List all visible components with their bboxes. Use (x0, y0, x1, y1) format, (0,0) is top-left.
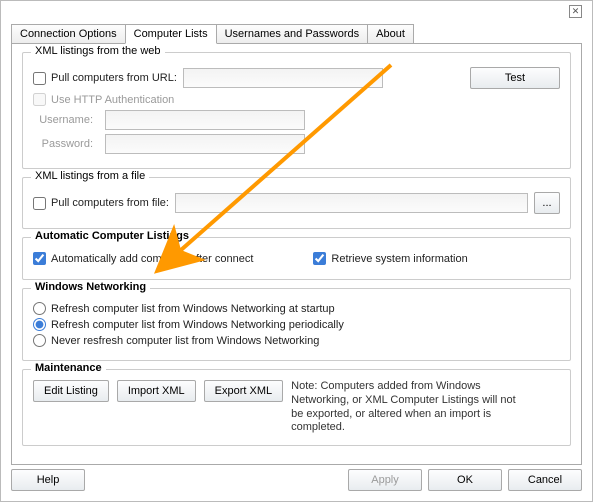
import-xml-button[interactable]: Import XML (117, 380, 196, 402)
group-title: Windows Networking (31, 281, 150, 293)
label-refresh-startup: Refresh computer list from Windows Netwo… (51, 303, 335, 315)
group-auto-listings: Automatic Computer Listings Automaticall… (22, 237, 571, 280)
label-pull-url: Pull computers from URL: (51, 72, 177, 84)
label-password: Password: (33, 138, 93, 150)
group-title: XML listings from the web (31, 45, 165, 57)
tab-about[interactable]: About (367, 24, 414, 44)
group-xml-web: XML listings from the web Pull computers… (22, 52, 571, 169)
checkbox-auto-add[interactable] (33, 252, 46, 265)
checkbox-retrieve-info[interactable] (313, 252, 326, 265)
checkbox-pull-url[interactable] (33, 72, 46, 85)
group-maintenance: Maintenance Edit Listing Import XML Expo… (22, 369, 571, 446)
radio-never-refresh[interactable] (33, 334, 46, 347)
edit-listing-button[interactable]: Edit Listing (33, 380, 109, 402)
cancel-button[interactable]: Cancel (508, 469, 582, 491)
group-title: Maintenance (31, 362, 106, 374)
tab-computer-lists[interactable]: Computer Lists (125, 24, 217, 44)
label-never-refresh: Never resfresh computer list from Window… (51, 335, 319, 347)
group-xml-file: XML listings from a file Pull computers … (22, 177, 571, 229)
help-button[interactable]: Help (11, 469, 85, 491)
checkbox-pull-file[interactable] (33, 197, 46, 210)
group-windows-networking: Windows Networking Refresh computer list… (22, 288, 571, 361)
test-button[interactable]: Test (470, 67, 560, 89)
label-username: Username: (33, 114, 93, 126)
label-auto-add: Automatically add computer after connect (51, 253, 253, 265)
input-username[interactable] (105, 110, 305, 130)
radio-refresh-startup[interactable] (33, 302, 46, 315)
apply-button[interactable]: Apply (348, 469, 422, 491)
dialog-container: ✕ Connection Options Computer Lists User… (0, 0, 593, 502)
export-xml-button[interactable]: Export XML (204, 380, 283, 402)
label-http-auth: Use HTTP Authentication (51, 94, 174, 106)
tab-connection-options[interactable]: Connection Options (11, 24, 126, 44)
checkbox-http-auth[interactable] (33, 93, 46, 106)
input-url[interactable] (183, 68, 383, 88)
radio-refresh-periodically[interactable] (33, 318, 46, 331)
tab-usernames-passwords[interactable]: Usernames and Passwords (216, 24, 369, 44)
browse-button[interactable]: ... (534, 192, 560, 214)
input-password[interactable] (105, 134, 305, 154)
label-refresh-periodically: Refresh computer list from Windows Netwo… (51, 319, 344, 331)
close-icon[interactable]: ✕ (569, 5, 582, 18)
ok-button[interactable]: OK (428, 469, 502, 491)
dialog-footer: Help Apply OK Cancel (11, 469, 582, 491)
label-pull-file: Pull computers from file: (51, 197, 169, 209)
group-title: Automatic Computer Listings (31, 230, 193, 242)
tab-body: XML listings from the web Pull computers… (11, 43, 582, 465)
input-file-path[interactable] (175, 193, 528, 213)
maintenance-note: Note: Computers added from Windows Netwo… (291, 380, 521, 435)
label-retrieve-info: Retrieve system information (331, 253, 467, 265)
group-title: XML listings from a file (31, 170, 149, 182)
tab-strip: Connection Options Computer Lists Userna… (11, 23, 582, 43)
